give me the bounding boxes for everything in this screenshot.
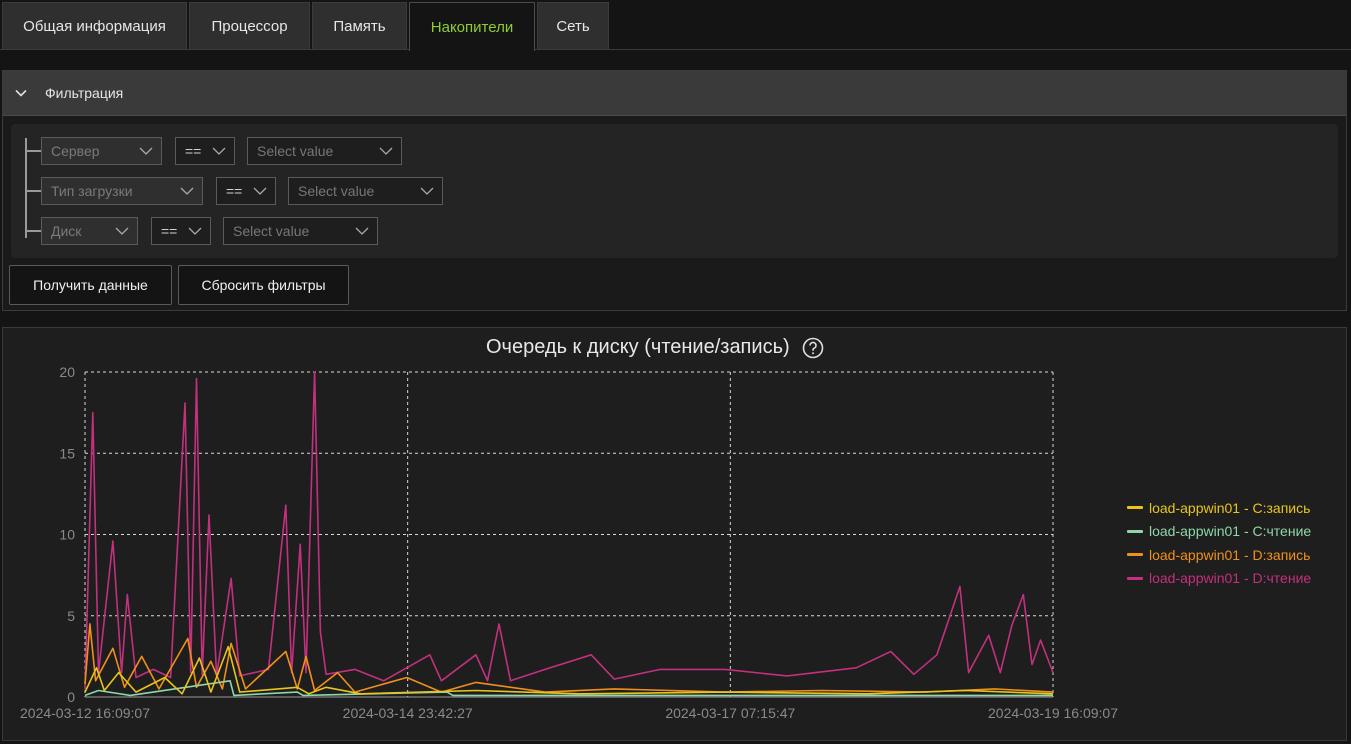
chevron-down-icon <box>253 187 267 195</box>
legend-item[interactable]: load-appwin01 - D:запись <box>1127 543 1311 567</box>
series-line[interactable] <box>84 645 1054 695</box>
legend-label: load-appwin01 - C:чтение <box>1149 523 1312 540</box>
chart-panel: Очередь к диску (чтение/запись) 0 5 10 15 20… <box>2 327 1347 741</box>
chart-legend: load-appwin01 - C:запись load-appwin01 - … <box>1127 496 1311 590</box>
y-tick-label: 15 <box>59 445 75 461</box>
filter-panel: Фильтрация Сервер == Select value Тип за… <box>2 70 1347 311</box>
filter-rules: Сервер == Select value Тип загрузки == S… <box>11 124 1338 258</box>
chevron-down-icon <box>180 187 194 195</box>
legend-swatch <box>1127 529 1143 533</box>
operator-select[interactable]: == <box>175 137 235 165</box>
operator-select[interactable]: == <box>216 177 276 205</box>
tree-branch <box>25 230 41 232</box>
tab-cpu[interactable]: Процессор <box>189 2 310 49</box>
reset-filters-button[interactable]: Сбросить фильтры <box>178 265 349 305</box>
operator-select[interactable]: == <box>151 217 211 245</box>
filter-title: Фильтрация <box>45 85 124 101</box>
x-tick-label: 2024-03-19 16:09:07 <box>988 705 1118 721</box>
get-data-button[interactable]: Получить данные <box>9 265 172 305</box>
tab-label: Сеть <box>556 17 590 35</box>
operator-label: == <box>185 143 202 159</box>
chevron-down-icon <box>139 147 153 155</box>
value-placeholder: Select value <box>298 183 375 199</box>
legend-label: load-appwin01 - D:чтение <box>1149 570 1312 587</box>
legend-swatch <box>1127 506 1143 510</box>
x-tick-label: 2024-03-12 16:09:07 <box>20 705 150 721</box>
y-tick-label: 10 <box>59 527 75 543</box>
legend-item[interactable]: load-appwin01 - C:запись <box>1127 496 1311 520</box>
value-placeholder: Select value <box>233 223 310 239</box>
chevron-down-icon <box>212 147 226 155</box>
value-select[interactable]: Select value <box>247 137 402 165</box>
tree-line <box>25 138 27 238</box>
tab-bar: Общая информация Процессор Память Накопи… <box>0 0 1351 51</box>
tab-network[interactable]: Сеть <box>537 2 609 49</box>
field-select-load-type[interactable]: Тип загрузки <box>41 177 203 205</box>
tab-label: Накопители <box>430 18 514 36</box>
tab-storage[interactable]: Накопители <box>409 2 535 51</box>
tab-label: Память <box>333 17 386 35</box>
y-tick-label: 20 <box>59 364 75 380</box>
field-label: Сервер <box>51 143 100 159</box>
chevron-down-icon <box>15 89 27 97</box>
field-select-disk[interactable]: Диск <box>41 217 138 245</box>
x-tick-label: 2024-03-17 07:15:47 <box>665 705 795 721</box>
tree-branch <box>25 150 41 152</box>
value-select[interactable]: Select value <box>288 177 443 205</box>
operator-label: == <box>161 223 178 239</box>
value-placeholder: Select value <box>257 143 334 159</box>
tab-label: Общая информация <box>23 17 166 35</box>
tab-general[interactable]: Общая информация <box>2 2 187 49</box>
legend-swatch <box>1127 553 1143 557</box>
disk-queue-chart[interactable]: 0 5 10 15 20 2024-03-12 16:09:07 2024-03-14 23… <box>3 340 1123 740</box>
field-label: Диск <box>51 223 82 239</box>
filter-header[interactable]: Фильтрация <box>3 71 1346 116</box>
tree-branch <box>25 190 41 192</box>
series-line[interactable] <box>84 371 1054 689</box>
tab-label: Процессор <box>211 17 288 35</box>
legend-item[interactable]: load-appwin01 - D:чтение <box>1127 567 1311 591</box>
y-tick-label: 5 <box>67 608 75 624</box>
chevron-down-icon <box>115 227 129 235</box>
legend-label: load-appwin01 - C:запись <box>1149 499 1311 516</box>
legend-item[interactable]: load-appwin01 - C:чтение <box>1127 520 1311 544</box>
chevron-down-icon <box>420 187 434 195</box>
y-tick-label: 0 <box>67 689 75 705</box>
operator-label: == <box>226 183 243 199</box>
legend-label: load-appwin01 - D:запись <box>1149 546 1311 563</box>
x-tick-label: 2024-03-14 23:42:27 <box>343 705 473 721</box>
field-select-server[interactable]: Сервер <box>41 137 162 165</box>
chevron-down-icon <box>355 227 369 235</box>
chevron-down-icon <box>188 227 202 235</box>
value-select[interactable]: Select value <box>223 217 378 245</box>
legend-swatch <box>1127 576 1143 580</box>
chevron-down-icon <box>379 147 393 155</box>
tab-memory[interactable]: Память <box>312 2 407 49</box>
field-label: Тип загрузки <box>51 183 133 199</box>
